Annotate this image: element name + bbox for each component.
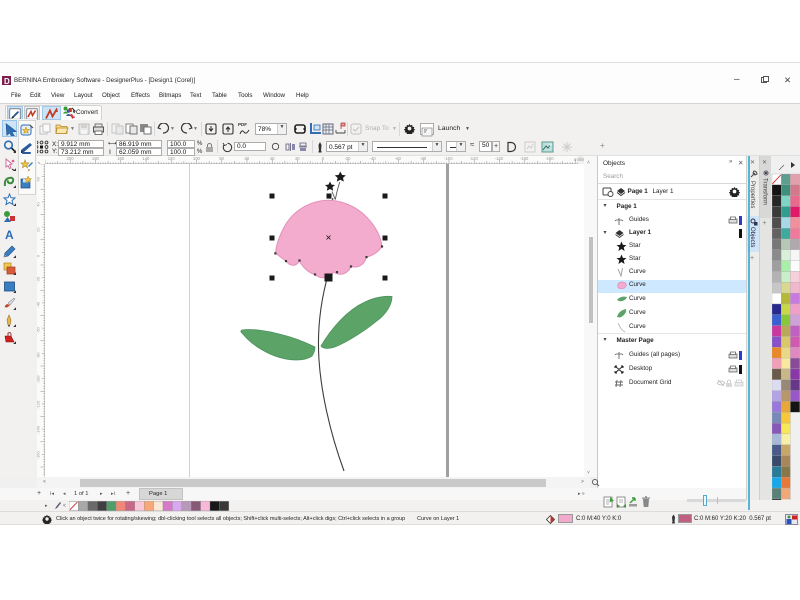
svg-text:0: 0 xyxy=(37,254,41,257)
svg-text:-120: -120 xyxy=(37,400,41,409)
svg-text:-160: -160 xyxy=(37,450,41,459)
svg-text:20: 20 xyxy=(37,227,41,232)
svg-text:A: A xyxy=(5,228,14,241)
svg-text:40: 40 xyxy=(37,202,41,207)
svg-text:-60: -60 xyxy=(37,326,41,333)
svg-text:-40: -40 xyxy=(37,301,41,308)
svg-text:-20: -20 xyxy=(37,276,41,283)
svg-text:-100: -100 xyxy=(37,375,41,384)
svg-text:60: 60 xyxy=(37,176,41,181)
svg-text:-140: -140 xyxy=(37,425,41,434)
svg-text:-80: -80 xyxy=(37,352,41,359)
